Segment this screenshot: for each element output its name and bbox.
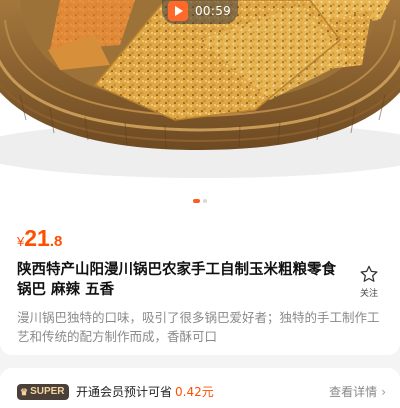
membership-savings-label: 开通会员预计可省	[76, 385, 173, 399]
chevron-right-icon: ›	[381, 385, 386, 399]
product-title: 陕西特产山阳漫川锅巴农家手工自制玉米粗粮零食锅巴 麻辣 五香	[17, 262, 336, 298]
video-duration: 00:59	[195, 4, 232, 18]
play-icon	[168, 1, 188, 21]
membership-savings-amount: 0.42元	[175, 385, 214, 399]
crown-icon: ♛	[20, 387, 29, 397]
pagination-dot	[203, 199, 207, 203]
view-details-link[interactable]: 查看详情 ›	[329, 384, 386, 400]
product-price: ¥21.8	[17, 225, 62, 252]
super-badge-label: SUPER	[30, 386, 65, 397]
product-description: 漫川锅巴独特的口味，吸引了很多锅巴爱好者；独特的手工制作工艺和传统的配方制作而成…	[17, 310, 380, 344]
price-decimal: .8	[49, 233, 63, 250]
view-details-label: 查看详情	[329, 385, 378, 399]
product-image-gallery[interactable]: 00:59	[0, 0, 400, 212]
price-integer: 21	[24, 225, 50, 251]
membership-savings-text: 开通会员预计可省 0.42元	[76, 384, 214, 400]
video-play-button[interactable]: 00:59	[162, 0, 238, 24]
pagination-dot-active	[193, 199, 200, 203]
membership-bar[interactable]: ♛ SUPER 开通会员预计可省 0.42元 查看详情 ›	[0, 368, 400, 408]
favorite-label: 关注	[359, 289, 378, 299]
gallery-pagination	[0, 199, 400, 203]
favorite-button[interactable]: 关注	[354, 264, 384, 299]
star-outline-icon	[360, 265, 378, 282]
super-member-badge: ♛ SUPER	[17, 384, 69, 400]
product-photo	[0, 0, 400, 212]
product-info-card: ¥21.8 陕西特产山阳漫川锅巴农家手工自制玉米粗粮零食锅巴 麻辣 五香 关注 …	[0, 212, 400, 355]
